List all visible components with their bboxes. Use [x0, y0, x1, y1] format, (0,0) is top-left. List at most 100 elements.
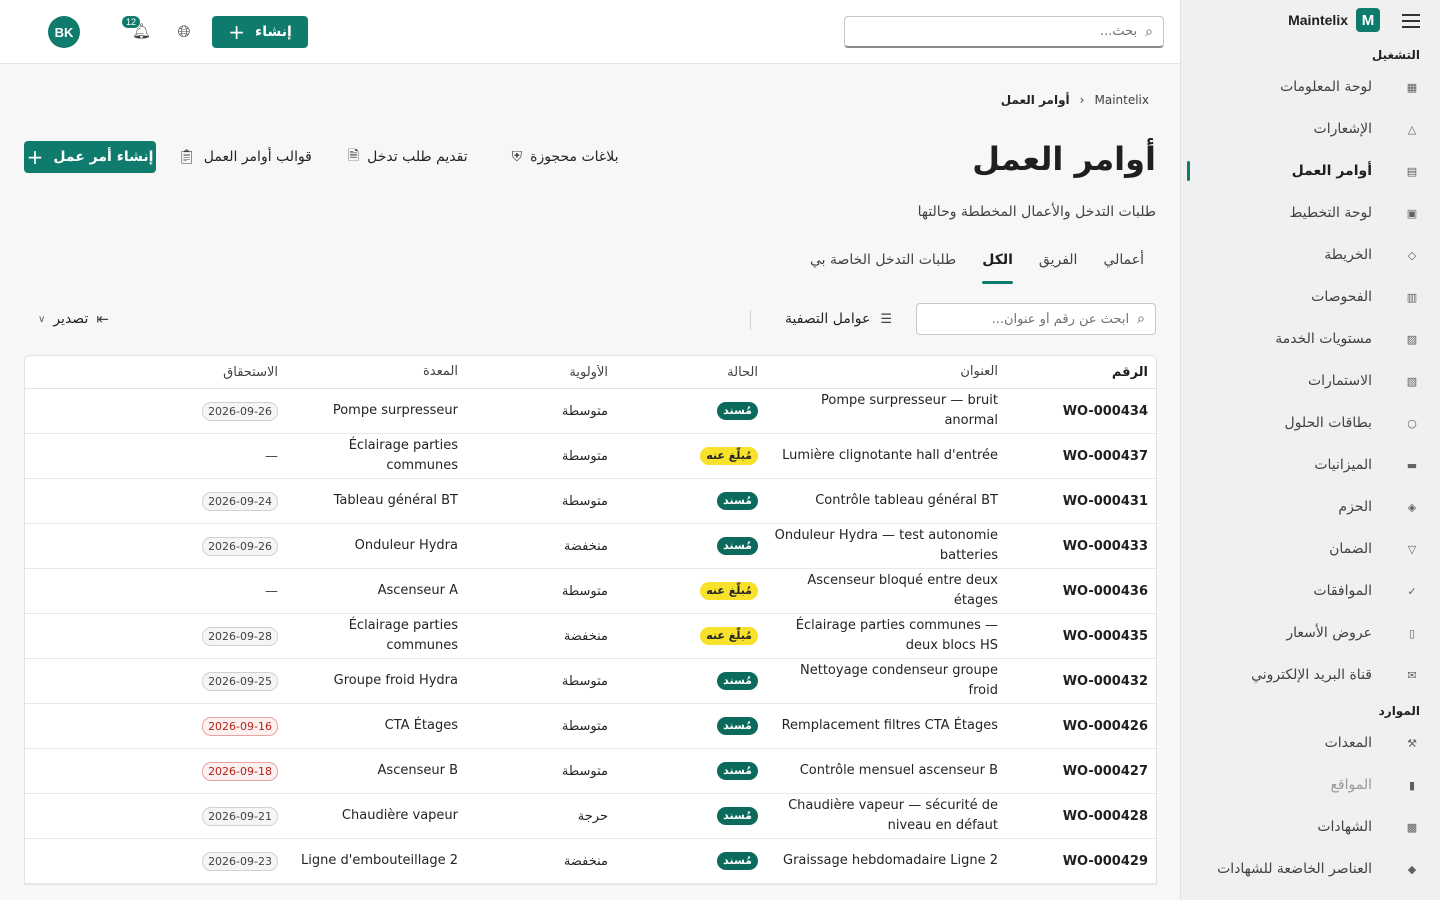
priority-cell: منخفضة: [563, 538, 608, 554]
sidebar-item-label: العناصر الخاضعة للشهادات: [1217, 861, 1372, 877]
page-title: أوامر العمل: [972, 140, 1156, 178]
equipment-cell[interactable]: Ascenseur A: [286, 581, 466, 601]
tab[interactable]: الفريق: [1039, 252, 1078, 284]
work-order-id[interactable]: WO-000429: [1006, 854, 1156, 869]
sidebar-item[interactable]: ▨ مستويات الخدمة: [1181, 318, 1440, 360]
reserved-reports-button[interactable]: بلاغات محجوزة ⛨: [512, 149, 619, 165]
due-cell: 2026-09-24: [106, 491, 286, 511]
create-button[interactable]: إنشاء +: [212, 16, 308, 48]
user-avatar[interactable]: BK: [48, 16, 80, 48]
equipment-cell[interactable]: Éclairage parties communes: [286, 436, 466, 476]
equipment-cell[interactable]: Ligne d'embouteillage 2: [286, 851, 466, 871]
column-header-status[interactable]: الحالة: [616, 365, 766, 380]
tab[interactable]: الكل: [982, 252, 1013, 284]
work-order-id[interactable]: WO-000433: [1006, 539, 1156, 554]
equipment-cell[interactable]: Éclairage parties communes: [286, 616, 466, 656]
sidebar-item[interactable]: ◇ الخريطة: [1181, 234, 1440, 276]
create-work-order-button[interactable]: إنشاء أمر عمل +: [24, 141, 156, 173]
work-order-id[interactable]: WO-000434: [1006, 404, 1156, 419]
sidebar-item[interactable]: ▥ الفحوصات: [1181, 276, 1440, 318]
templates-button[interactable]: قوالب أوامر العمل 📋︎: [178, 149, 312, 165]
column-header-equipment[interactable]: المعدة: [286, 362, 466, 382]
work-order-title[interactable]: Lumière clignotante hall d'entrée: [766, 446, 1006, 466]
global-search[interactable]: ⌕: [844, 16, 1164, 48]
table-row[interactable]: WO-000433 Onduleur Hydra — test autonomie…: [25, 524, 1156, 569]
notifications-button[interactable]: 🔔︎ 12: [122, 16, 151, 42]
sidebar-item[interactable]: ▦ لوحة المعلومات: [1181, 66, 1440, 108]
sidebar-item[interactable]: ▽ الضمان: [1181, 528, 1440, 570]
sidebar-item[interactable]: ▯ عروض الأسعار: [1181, 612, 1440, 654]
work-order-id[interactable]: WO-000436: [1006, 584, 1156, 599]
breadcrumb-root[interactable]: Maintelix: [1094, 93, 1149, 107]
work-order-id[interactable]: WO-000428: [1006, 809, 1156, 824]
table-row[interactable]: WO-000426 Remplacement filtres CTA Étages…: [25, 704, 1156, 749]
due-date-pill: 2026-09-16: [202, 716, 278, 736]
equipment-cell[interactable]: Ascenseur B: [286, 761, 466, 781]
equipment-cell[interactable]: CTA Étages: [286, 716, 466, 736]
work-order-id[interactable]: WO-000426: [1006, 719, 1156, 734]
equipment-cell[interactable]: Pompe surpresseur: [286, 401, 466, 421]
status-cell: مُبلّغ عنه: [616, 582, 766, 600]
work-order-title[interactable]: Remplacement filtres CTA Étages: [766, 716, 1006, 736]
table-row[interactable]: WO-000431 Contrôle tableau général BT مُسن…: [25, 479, 1156, 524]
sidebar-item[interactable]: ○ بطاقات الحلول: [1181, 402, 1440, 444]
filters-button[interactable]: ☰ عوامل التصفية: [785, 311, 892, 327]
submit-request-button[interactable]: تقديم طلب تدخل 🗎: [348, 145, 468, 169]
language-globe-icon[interactable]: 🌐︎: [174, 22, 194, 42]
global-search-input[interactable]: [867, 24, 1138, 39]
table-row[interactable]: WO-000434 Pompe surpresseur — bruit anorm…: [25, 389, 1156, 434]
equipment-cell[interactable]: Tableau général BT: [286, 491, 466, 511]
tab[interactable]: طلبات التدخل الخاصة بي: [810, 252, 956, 284]
table-row[interactable]: WO-000432 Nettoyage condenseur groupe fro…: [25, 659, 1156, 704]
column-header-id[interactable]: الرقم: [1006, 365, 1156, 380]
work-order-id[interactable]: WO-000437: [1006, 449, 1156, 464]
column-header-priority[interactable]: الأولوية: [466, 365, 616, 380]
sidebar-item[interactable]: ▬ الميزانيات: [1181, 444, 1440, 486]
equipment-cell[interactable]: Groupe froid Hydra: [286, 671, 466, 691]
page-actions: إنشاء أمر عمل + قوالب أوامر العمل 📋︎ تقد…: [24, 141, 619, 173]
export-button[interactable]: ∨ تصدير ⇤: [38, 310, 109, 328]
sidebar-item[interactable]: ▣ لوحة التخطيط: [1181, 192, 1440, 234]
priority-cell: حرجة: [577, 808, 608, 824]
work-order-title[interactable]: Éclairage parties communes — deux blocs …: [766, 616, 1006, 656]
work-order-title[interactable]: Contrôle tableau général BT: [766, 491, 1006, 511]
sidebar-item[interactable]: ▤ أوامر العمل: [1181, 150, 1440, 192]
hamburger-menu-icon[interactable]: [1402, 14, 1420, 28]
sidebar-item[interactable]: △ الإشعارات: [1181, 108, 1440, 150]
column-header-due[interactable]: الاستحقاق: [106, 365, 286, 380]
work-order-title[interactable]: Ascenseur bloqué entre deux étages: [766, 571, 1006, 611]
due-empty: —: [265, 583, 278, 599]
table-row[interactable]: WO-000427 Contrôle mensuel ascenseur B مُس…: [25, 749, 1156, 794]
table-row[interactable]: WO-000437 Lumière clignotante hall d'entr…: [25, 434, 1156, 479]
work-order-id[interactable]: WO-000435: [1006, 629, 1156, 644]
equipment-cell[interactable]: Onduleur Hydra: [286, 536, 466, 556]
table-row[interactable]: WO-000436 Ascenseur bloqué entre deux éta…: [25, 569, 1156, 614]
sidebar-item[interactable]: ▮ المواقع: [1181, 764, 1440, 806]
work-order-title[interactable]: Onduleur Hydra — test autonomie batterie…: [766, 526, 1006, 566]
sidebar-item[interactable]: ▩ الشهادات: [1181, 806, 1440, 848]
work-order-title[interactable]: Pompe surpresseur — bruit anormal: [766, 391, 1006, 431]
sidebar-item[interactable]: ▧ الاستمارات: [1181, 360, 1440, 402]
building-icon: ▮: [1408, 778, 1416, 792]
work-order-id[interactable]: WO-000431: [1006, 494, 1156, 509]
list-search[interactable]: ⌕: [916, 303, 1156, 335]
list-search-input[interactable]: [934, 311, 1130, 327]
equipment-cell[interactable]: Chaudière vapeur: [286, 806, 466, 826]
sidebar-item[interactable]: ◆ العناصر الخاضعة للشهادات: [1181, 848, 1440, 890]
table-row[interactable]: WO-000429 Graissage hebdomadaire Ligne 2 م…: [25, 839, 1156, 884]
column-header-title[interactable]: العنوان: [766, 362, 1006, 382]
sidebar-item[interactable]: ◈ الحزم: [1181, 486, 1440, 528]
work-order-title[interactable]: Contrôle mensuel ascenseur B: [766, 761, 1006, 781]
work-order-title[interactable]: Graissage hebdomadaire Ligne 2: [766, 851, 1006, 871]
sidebar-item[interactable]: ✓ الموافقات: [1181, 570, 1440, 612]
work-order-title[interactable]: Chaudière vapeur — sécurité de niveau en…: [766, 796, 1006, 836]
work-order-id[interactable]: WO-000432: [1006, 674, 1156, 689]
table-row[interactable]: WO-000428 Chaudière vapeur — sécurité de …: [25, 794, 1156, 839]
priority-cell: منخفضة: [563, 853, 608, 869]
work-order-title[interactable]: Nettoyage condenseur groupe froid: [766, 661, 1006, 701]
table-row[interactable]: WO-000435 Éclairage parties communes — de…: [25, 614, 1156, 659]
sidebar-item[interactable]: ⚒ المعدات: [1181, 722, 1440, 764]
work-order-id[interactable]: WO-000427: [1006, 764, 1156, 779]
sidebar-item[interactable]: ✉ قناة البريد الإلكتروني: [1181, 654, 1440, 696]
tab[interactable]: أعمالي: [1103, 252, 1144, 284]
